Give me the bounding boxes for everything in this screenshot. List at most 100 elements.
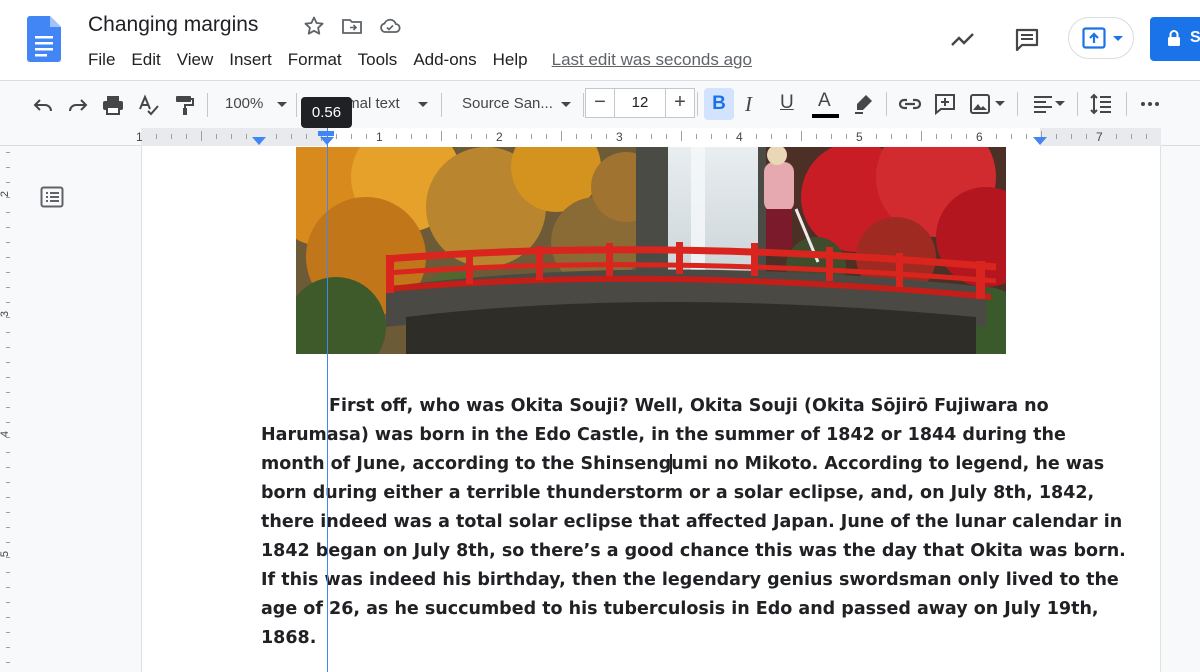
ruler-tick — [801, 131, 802, 141]
share-button[interactable]: S — [1150, 17, 1200, 61]
document-image[interactable] — [296, 147, 1006, 354]
ruler-number: 1 — [136, 130, 143, 144]
ruler-tick — [756, 134, 757, 139]
menu-edit[interactable]: Edit — [123, 48, 168, 72]
vruler-tick — [6, 647, 10, 648]
bold-button[interactable]: B — [704, 88, 734, 120]
left-indent-marker[interactable] — [252, 137, 266, 145]
ruler-tick — [186, 134, 187, 139]
ruler-tick — [666, 134, 667, 139]
move-folder-icon[interactable] — [340, 14, 364, 38]
vruler-tick — [6, 512, 10, 513]
ruler-tick — [171, 134, 172, 139]
undo-icon[interactable] — [31, 93, 55, 117]
ruler-tick — [231, 134, 232, 139]
last-edit-link[interactable]: Last edit was seconds ago — [552, 50, 752, 70]
first-line-indent-marker[interactable] — [318, 131, 334, 136]
ruler-tick — [966, 134, 967, 139]
ruler-tick — [1116, 134, 1117, 139]
ruler-tick — [516, 134, 517, 139]
ruler-tick — [276, 134, 277, 139]
paragraph-line: 1868. — [261, 628, 317, 648]
ruler-number: 2 — [496, 130, 503, 144]
document-outline-icon[interactable] — [40, 186, 64, 208]
ruler-tick — [1011, 134, 1012, 139]
ruler-tick — [696, 134, 697, 139]
text-color-label: A — [818, 90, 831, 111]
menu-file[interactable]: File — [80, 48, 123, 72]
ruler-tick — [411, 134, 412, 139]
ruler-tick — [951, 134, 952, 139]
menu-insert[interactable]: Insert — [221, 48, 280, 72]
ruler-number: 7 — [1096, 130, 1103, 144]
spellcheck-icon[interactable] — [137, 93, 161, 117]
zoom-select[interactable]: 100% — [225, 95, 263, 112]
menu-view[interactable]: View — [169, 48, 222, 72]
margin-tooltip: 0.56 — [301, 97, 352, 128]
menu-format[interactable]: Format — [280, 48, 350, 72]
present-button[interactable] — [1068, 17, 1134, 59]
right-indent-marker[interactable] — [1033, 137, 1047, 145]
vertical-ruler[interactable]: 2 3 4 5 — [0, 146, 14, 672]
toolbar-divider — [886, 92, 887, 116]
comment-history-icon[interactable] — [1013, 26, 1041, 54]
redo-icon[interactable] — [66, 93, 90, 117]
ruler-tick — [876, 134, 877, 139]
menu-add-ons[interactable]: Add-ons — [405, 48, 484, 72]
activity-trend-icon[interactable] — [949, 26, 977, 54]
insert-image-icon[interactable] — [968, 92, 992, 116]
vruler-tick — [6, 617, 10, 618]
vruler-tick — [6, 662, 10, 663]
highlight-icon[interactable] — [851, 92, 875, 116]
vruler-tick — [6, 257, 10, 258]
ruler-tick — [456, 134, 457, 139]
paint-format-icon[interactable] — [172, 93, 196, 117]
ruler-number: 6 — [976, 130, 983, 144]
increase-font-size-button[interactable]: + — [665, 88, 695, 118]
ruler-number: 4 — [736, 130, 743, 144]
cloud-saved-icon[interactable] — [378, 14, 402, 38]
ruler-tick — [1026, 134, 1027, 139]
font-size-input[interactable]: 12 — [614, 88, 666, 118]
vruler-tick — [6, 452, 10, 453]
vruler-tick — [6, 152, 10, 153]
print-icon[interactable] — [101, 93, 125, 117]
menu-tools[interactable]: Tools — [350, 48, 406, 72]
more-options-icon[interactable] — [1138, 92, 1162, 116]
align-left-icon[interactable] — [1031, 92, 1055, 116]
ruler-tick — [336, 134, 337, 139]
document-paragraph[interactable]: First off, who was Okita Souji? Well, Ok… — [261, 392, 1126, 653]
ruler-tick — [651, 134, 652, 139]
document-title[interactable]: Changing margins — [88, 13, 258, 37]
text-cursor — [670, 454, 672, 474]
vruler-tick — [6, 227, 10, 228]
ruler-tick — [771, 134, 772, 139]
ruler-tick — [246, 134, 247, 139]
star-icon[interactable] — [302, 14, 326, 38]
ruler-tick — [591, 134, 592, 139]
add-comment-icon[interactable] — [933, 92, 957, 116]
horizontal-ruler[interactable]: 1 1 2 3 4 5 6 7 — [0, 128, 1200, 146]
paragraph-line: Harumasa) was born in the Edo Castle, in… — [261, 425, 1066, 445]
docs-logo-icon[interactable] — [27, 16, 61, 62]
ruler-tick — [1056, 134, 1057, 139]
font-family-select[interactable]: Source San... — [462, 95, 553, 112]
text-color-button[interactable]: A — [812, 90, 840, 120]
ruler-tick — [531, 134, 532, 139]
ruler-tick — [306, 134, 307, 139]
toolbar-divider — [583, 93, 584, 117]
vruler-tick — [6, 527, 10, 528]
decrease-font-size-button[interactable]: − — [585, 88, 615, 118]
insert-link-icon[interactable] — [897, 92, 923, 116]
menu-help[interactable]: Help — [485, 48, 536, 72]
line-spacing-icon[interactable] — [1089, 92, 1113, 116]
ruler-number: 3 — [616, 130, 623, 144]
present-icon — [1082, 27, 1106, 49]
underline-button[interactable]: U — [780, 92, 794, 114]
ruler-tick — [606, 134, 607, 139]
paragraph-line: month of June, according to the Shinseng… — [261, 454, 1105, 474]
vruler-tick — [6, 362, 10, 363]
toolbar-divider — [207, 93, 208, 117]
italic-button[interactable]: I — [745, 92, 752, 117]
toolbar-divider — [697, 92, 698, 116]
